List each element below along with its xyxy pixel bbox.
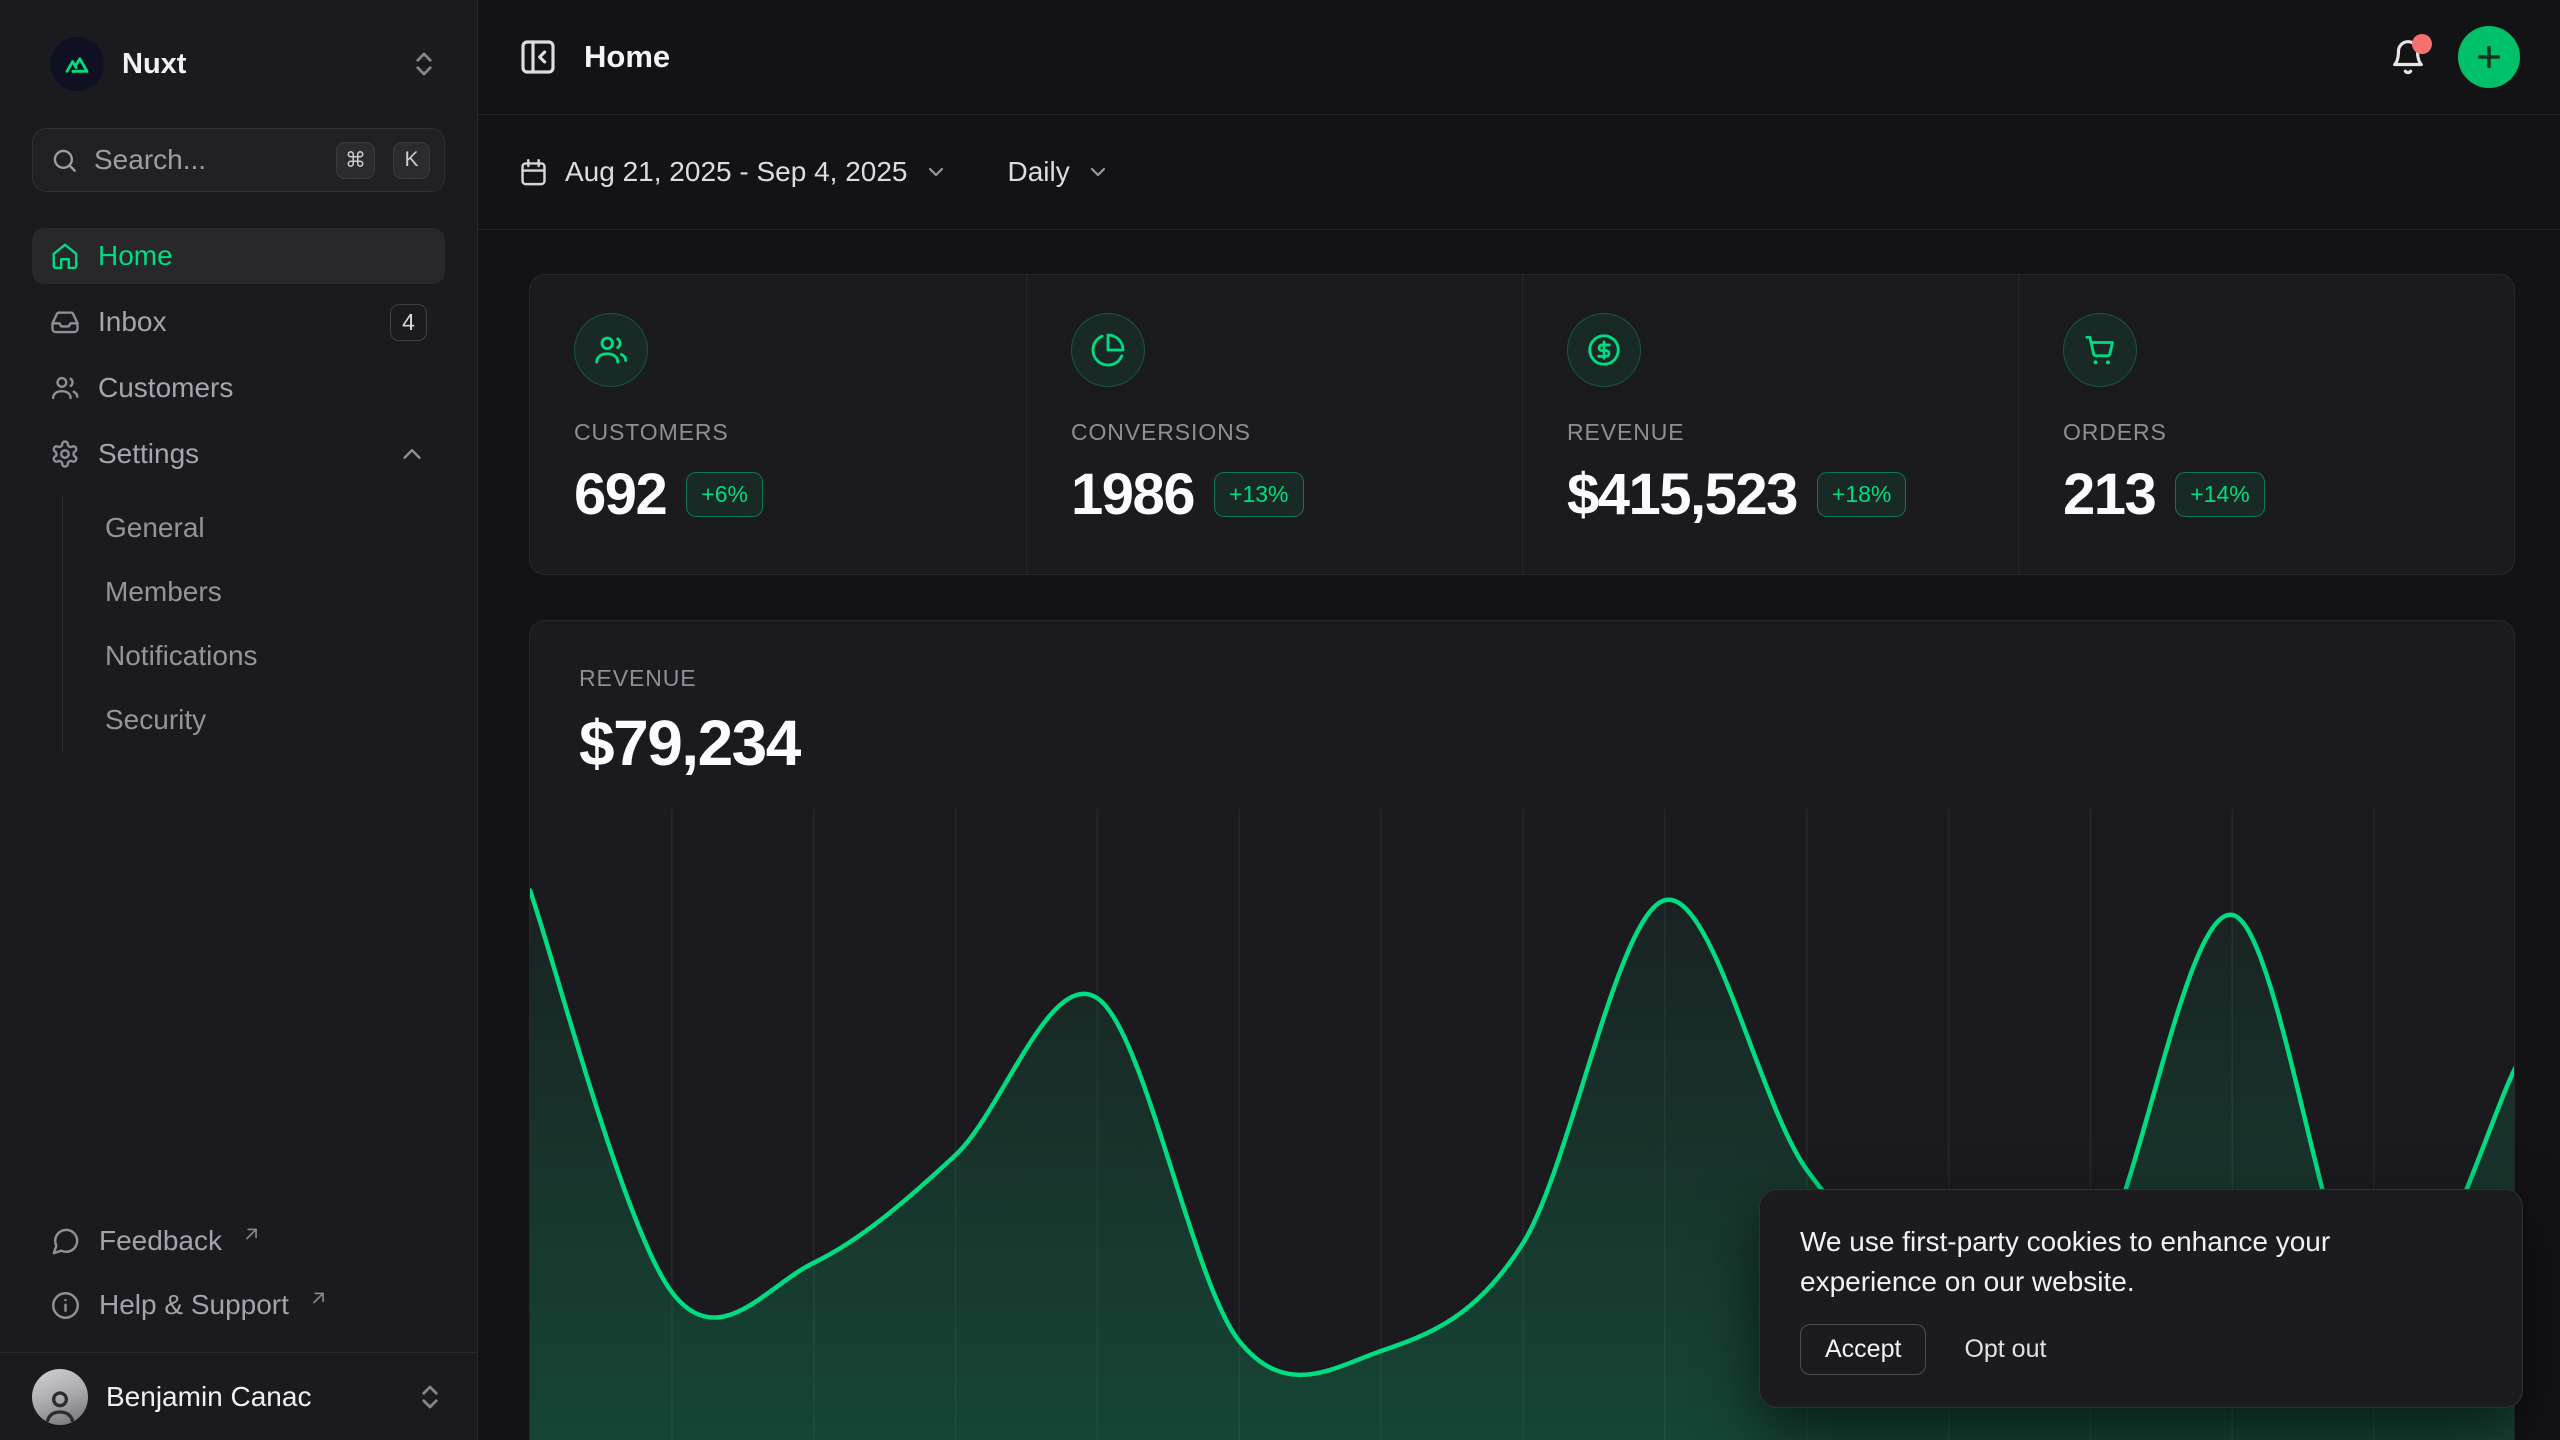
stat-icon-circle [2063, 313, 2137, 387]
stat-value-row: 692 +6% [574, 461, 982, 528]
feedback-link[interactable]: Feedback [32, 1212, 445, 1270]
stat-label: ORDERS [2063, 419, 2470, 446]
page-title: Home [584, 39, 670, 75]
search-box[interactable]: ⌘ K [32, 128, 445, 192]
cookie-actions: Accept Opt out [1800, 1324, 2482, 1375]
users-icon [50, 373, 80, 403]
inbox-icon [50, 307, 80, 337]
date-range-button[interactable]: Aug 21, 2025 - Sep 4, 2025 [518, 156, 948, 188]
stat-delta-badge: +13% [1214, 472, 1303, 517]
gear-icon [50, 439, 80, 469]
cookie-message: We use first-party cookies to enhance yo… [1800, 1222, 2410, 1302]
inbox-badge: 4 [390, 304, 427, 341]
notification-dot [2412, 34, 2432, 54]
sidebar-subitem-general[interactable]: General [63, 496, 445, 560]
stat-delta-badge: +14% [2175, 472, 2264, 517]
help-support-link[interactable]: Help & Support [32, 1276, 445, 1334]
sidebar: Nuxt ⌘ K Home Inbox 4 Customers Settings Gene… [0, 0, 478, 1440]
stat-card-revenue[interactable]: REVENUE $415,523 +18% [1522, 275, 2018, 574]
sidebar-item-label: Customers [98, 372, 233, 404]
stat-value: 1986 [1071, 461, 1194, 528]
search-input[interactable] [92, 143, 318, 177]
calendar-icon [518, 157, 549, 188]
main-header: Home [478, 0, 2560, 115]
chevrons-up-down-icon [415, 1382, 445, 1412]
stat-icon-circle [574, 313, 648, 387]
kbd-cmd: ⌘ [336, 142, 375, 179]
sidebar-footer-links: Feedback Help & Support [32, 1212, 445, 1352]
stat-value-row: $415,523 +18% [1567, 461, 1974, 528]
chevrons-up-down-icon [409, 49, 439, 79]
sidebar-collapse-button[interactable] [518, 37, 558, 77]
app: Nuxt ⌘ K Home Inbox 4 Customers Settings Gene… [0, 0, 2560, 1440]
revenue-label: REVENUE [579, 665, 2514, 692]
sidebar-item-label: Inbox [98, 306, 167, 338]
stat-value: $415,523 [1567, 461, 1797, 528]
stat-icon-circle [1071, 313, 1145, 387]
revenue-header: REVENUE $79,234 [530, 621, 2514, 780]
chevron-down-icon [924, 160, 948, 184]
stat-delta-badge: +6% [686, 472, 763, 517]
stats-grid: CUSTOMERS 692 +6% CONVERSIONS 1986 +13% REVENU… [529, 274, 2515, 575]
shopping-cart-icon [2082, 332, 2118, 368]
sidebar-item-label: Home [98, 240, 173, 272]
main-panel: Home [478, 0, 2560, 1440]
workspace-switcher[interactable]: Nuxt [32, 34, 445, 94]
chevron-down-icon [1086, 160, 1110, 184]
info-circle-icon [50, 1290, 81, 1321]
stat-card-conversions[interactable]: CONVERSIONS 1986 +13% [1026, 275, 1522, 574]
stat-value: 213 [2063, 461, 2155, 528]
sidebar-subitem-members[interactable]: Members [63, 560, 445, 624]
link-label: Help & Support [99, 1289, 289, 1321]
kbd-k: K [393, 142, 430, 179]
stat-label: REVENUE [1567, 419, 1974, 446]
stat-label: CONVERSIONS [1071, 419, 1478, 446]
period-label: Daily [1008, 156, 1070, 188]
period-select[interactable]: Daily [1008, 156, 1110, 188]
sidebar-submenu: GeneralMembersNotificationsSecurity [62, 496, 445, 752]
nuxt-logo-icon [50, 37, 104, 91]
stat-card-orders[interactable]: ORDERS 213 +14% [2018, 275, 2514, 574]
stat-value-row: 1986 +13% [1071, 461, 1478, 528]
search-icon [51, 147, 78, 174]
cookie-banner: We use first-party cookies to enhance yo… [1759, 1189, 2523, 1408]
sidebar-item-home[interactable]: Home [32, 228, 445, 284]
workspace-name: Nuxt [122, 48, 186, 81]
message-bubble-icon [50, 1226, 81, 1257]
stat-label: CUSTOMERS [574, 419, 982, 446]
circle-dollar-icon [1586, 332, 1622, 368]
plus-icon [2473, 41, 2505, 73]
sidebar-item-inbox[interactable]: Inbox 4 [32, 294, 445, 350]
pie-chart-icon [1090, 332, 1126, 368]
stat-value-row: 213 +14% [2063, 461, 2470, 528]
date-range-label: Aug 21, 2025 - Sep 4, 2025 [565, 156, 908, 188]
arrow-up-right-icon [236, 1224, 267, 1244]
sidebar-item-settings[interactable]: Settings [32, 426, 445, 482]
header-actions [2388, 26, 2520, 88]
stat-delta-badge: +18% [1817, 472, 1906, 517]
sidebar-subitem-security[interactable]: Security [63, 688, 445, 752]
add-button[interactable] [2458, 26, 2520, 88]
users-icon [593, 332, 629, 368]
link-label: Feedback [99, 1225, 222, 1257]
stat-card-customers[interactable]: CUSTOMERS 692 +6% [530, 275, 1026, 574]
optout-button[interactable]: Opt out [1964, 1335, 2046, 1364]
stat-icon-circle [1567, 313, 1641, 387]
user-avatar [32, 1369, 88, 1425]
chevron-up-icon [397, 439, 427, 469]
sidebar-spacer [32, 752, 445, 1212]
user-name: Benjamin Canac [106, 1381, 311, 1413]
sidebar-item-label: Settings [98, 438, 199, 470]
user-menu[interactable]: Benjamin Canac [0, 1352, 477, 1440]
stat-value: 692 [574, 461, 666, 528]
notifications-button[interactable] [2388, 37, 2428, 77]
sidebar-nav: Home Inbox 4 Customers Settings GeneralMember… [32, 228, 445, 752]
arrow-up-right-icon [303, 1288, 334, 1308]
sidebar-item-customers[interactable]: Customers [32, 360, 445, 416]
home-icon [50, 241, 80, 271]
sidebar-subitem-notifications[interactable]: Notifications [63, 624, 445, 688]
revenue-total: $79,234 [579, 706, 2514, 780]
toolbar: Aug 21, 2025 - Sep 4, 2025 Daily [478, 115, 2560, 230]
accept-button[interactable]: Accept [1800, 1324, 1926, 1375]
